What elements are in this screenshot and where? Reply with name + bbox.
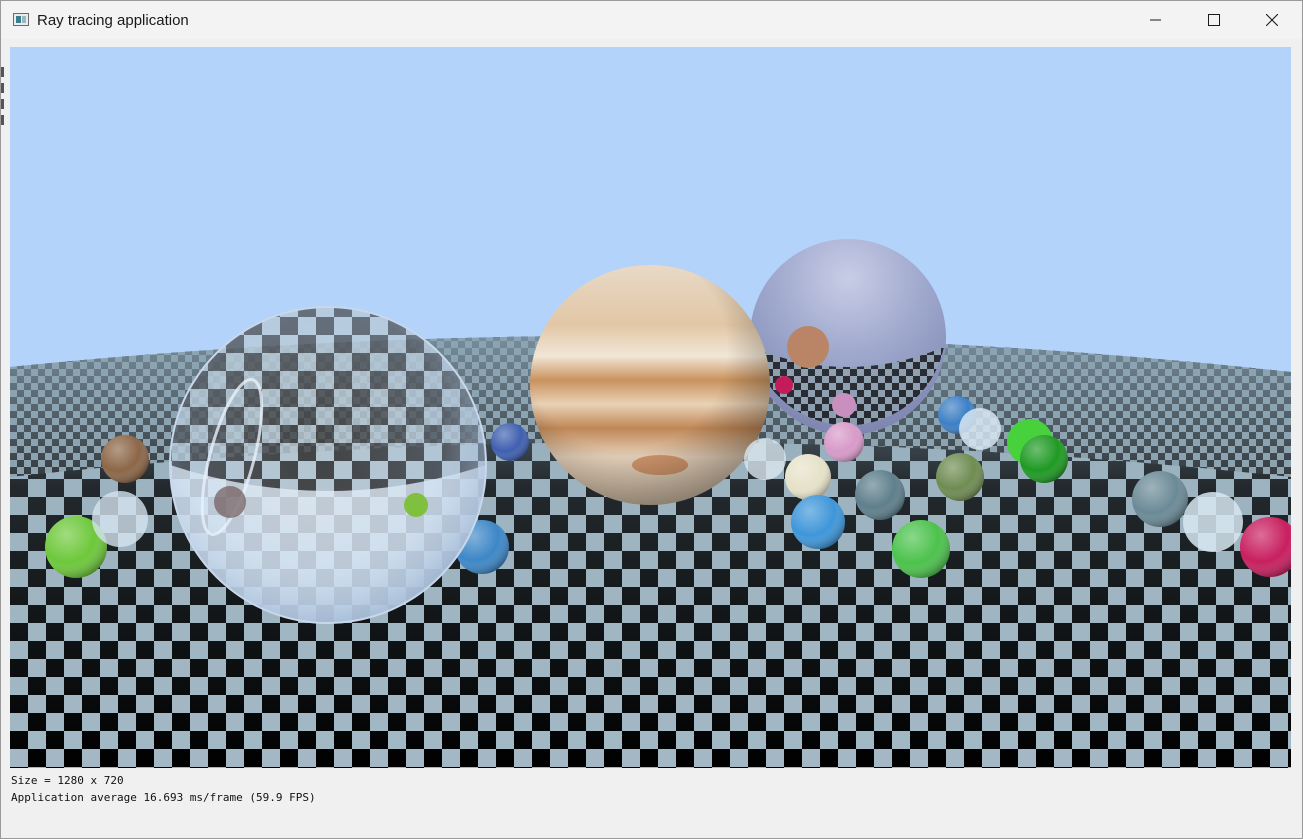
close-button[interactable] bbox=[1243, 1, 1301, 39]
app-window: Ray tracing application Size = 1280 x 72… bbox=[0, 0, 1303, 839]
left-edge-marks bbox=[1, 67, 4, 127]
title-bar[interactable]: Ray tracing application bbox=[1, 1, 1302, 39]
status-overlay: Size = 1280 x 720 Application average 16.… bbox=[11, 772, 316, 806]
fps-readout: Application average 16.693 ms/frame (59.… bbox=[11, 791, 316, 804]
minimize-button[interactable] bbox=[1127, 1, 1185, 39]
render-viewport[interactable] bbox=[10, 47, 1291, 768]
rendered-scene bbox=[10, 47, 1291, 768]
maximize-button[interactable] bbox=[1185, 1, 1243, 39]
maximize-icon bbox=[1208, 14, 1220, 26]
minimize-icon bbox=[1150, 19, 1161, 21]
size-readout: Size = 1280 x 720 bbox=[11, 774, 124, 787]
app-window-icon bbox=[13, 13, 29, 26]
window-title: Ray tracing application bbox=[37, 12, 189, 29]
close-icon bbox=[1266, 14, 1278, 26]
